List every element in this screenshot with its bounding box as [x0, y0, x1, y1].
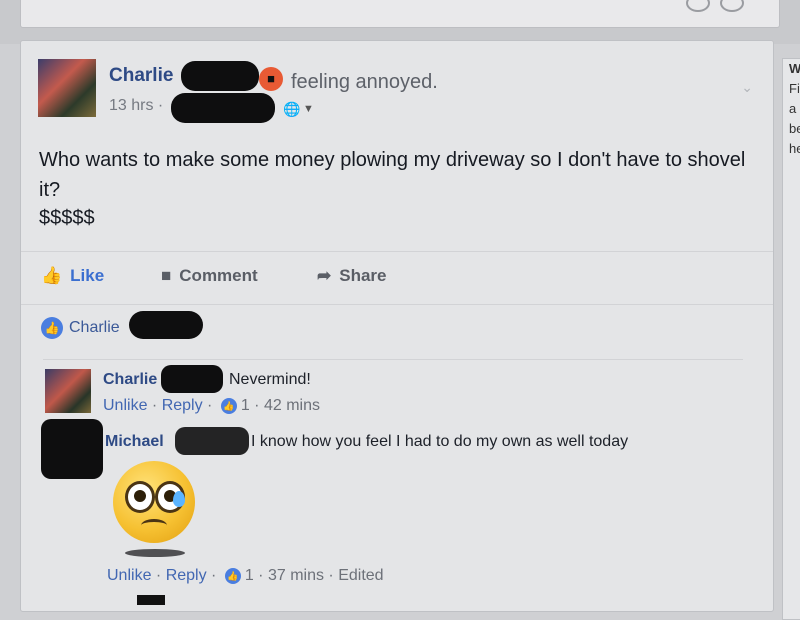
like-count[interactable]: 1 — [245, 567, 254, 584]
comment-avatar[interactable] — [45, 369, 91, 413]
sidebar-line: be — [789, 121, 800, 136]
reply-link[interactable]: Reply — [162, 397, 203, 414]
divider — [43, 359, 743, 360]
emoji-mouth — [141, 519, 167, 532]
like-count-icon: 👍 — [220, 397, 237, 414]
feeling-status: feeling annoyed. — [291, 71, 438, 93]
share-button[interactable]: ➦ Share — [317, 266, 387, 286]
emoji-eye — [125, 481, 155, 513]
redaction — [137, 595, 165, 605]
sidebar-line: Fi — [789, 81, 800, 96]
comment-author[interactable]: Michael — [105, 433, 164, 451]
redaction — [175, 427, 249, 455]
post-timestamp[interactable]: 13 hrs · — [109, 97, 163, 115]
angry-face-icon: ■ — [259, 67, 283, 91]
emoji-shadow — [125, 549, 185, 557]
like-button[interactable]: 👍 Like — [41, 266, 104, 286]
post-money: $$$$$ — [39, 207, 95, 229]
like-badge-icon: 👍 — [41, 317, 63, 339]
speech-bubble-icon: ■ — [161, 266, 172, 285]
caret-down-icon[interactable]: ▼ — [303, 103, 314, 115]
redaction — [41, 419, 103, 479]
post-card: Charlie ■ feeling annoyed. 13 hrs · 🌐 ▼ … — [20, 40, 774, 612]
comment-meta: Unlike · Reply · 👍 1 · 42 mins — [103, 397, 320, 414]
sidebar-line: a — [789, 101, 797, 116]
thumbs-up-icon: 👍 — [41, 266, 63, 285]
like-count[interactable]: 1 — [241, 397, 250, 414]
camera-icon[interactable] — [686, 0, 710, 12]
author-avatar[interactable] — [38, 59, 96, 117]
right-sidebar: W Fi a be he — [782, 58, 800, 620]
sad-crying-emoji-icon — [113, 461, 195, 543]
comment-label: Comment — [179, 266, 258, 285]
redaction — [171, 93, 275, 123]
comment-text: I know how you feel I had to do my own a… — [251, 433, 629, 450]
likes-summary[interactable]: 👍 Charlie — [41, 317, 120, 339]
edited-label[interactable]: · Edited — [328, 567, 383, 584]
comment-meta: Unlike · Reply · 👍 1 · 37 mins · Edited — [107, 567, 384, 584]
post-actions: 👍 Like ■ Comment ➦ Share — [21, 251, 773, 305]
comment-time[interactable]: · 37 mins — [258, 567, 324, 584]
comment-author[interactable]: Charlie — [103, 371, 157, 389]
redaction — [181, 61, 259, 91]
post-text: Who wants to make some money plowing my … — [39, 149, 746, 201]
comment-button[interactable]: ■ Comment — [161, 266, 258, 286]
redaction — [161, 365, 223, 393]
likes-by[interactable]: Charlie — [69, 319, 120, 336]
post-author[interactable]: Charlie — [109, 65, 173, 87]
comment-text: Nevermind! — [229, 371, 311, 388]
chevron-down-icon[interactable]: ⌄ — [741, 79, 753, 96]
unlike-link[interactable]: Unlike — [107, 567, 151, 584]
reply-link[interactable]: Reply — [166, 567, 207, 584]
redaction — [129, 311, 203, 339]
previous-post-card — [20, 0, 780, 28]
share-arrow-icon: ➦ — [317, 266, 332, 285]
share-label: Share — [339, 266, 387, 285]
globe-icon[interactable]: 🌐 — [283, 101, 300, 118]
sidebar-line: he — [789, 141, 800, 156]
top-icons — [686, 0, 744, 12]
sidebar-line: W — [789, 61, 800, 76]
like-label: Like — [70, 266, 105, 285]
emoji-icon[interactable] — [720, 0, 744, 12]
unlike-link[interactable]: Unlike — [103, 397, 147, 414]
emoji-tear — [173, 491, 185, 507]
like-count-icon: 👍 — [224, 567, 241, 584]
comment-time[interactable]: · 42 mins — [254, 397, 320, 414]
